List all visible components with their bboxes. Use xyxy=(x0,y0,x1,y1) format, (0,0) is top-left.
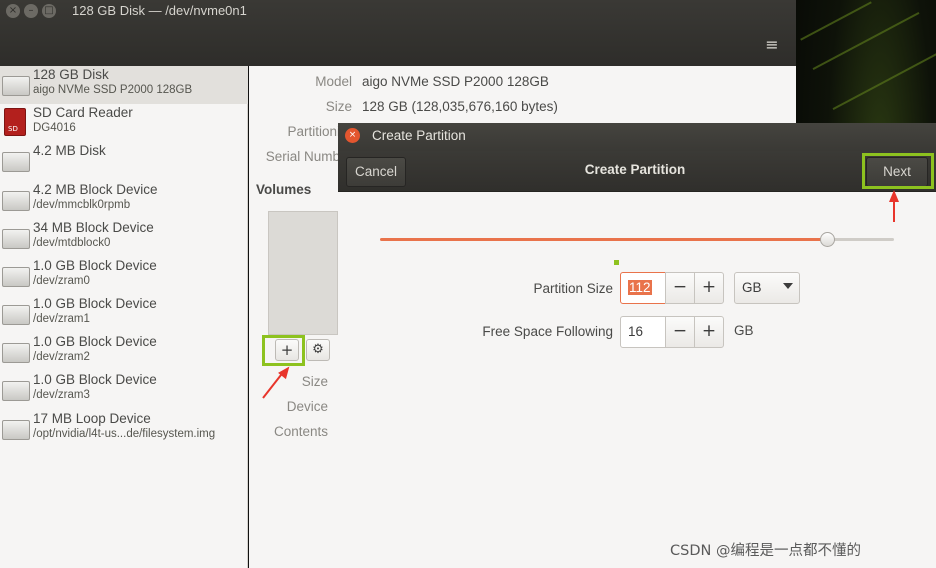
hard-disk-icon xyxy=(2,152,30,172)
free-space-label: Free Space Following xyxy=(482,324,613,339)
device-name: 4.2 MB Block Device xyxy=(33,182,158,197)
slider-marker xyxy=(614,260,619,265)
device-name: 1.0 GB Block Device xyxy=(33,372,157,387)
sidebar-item-mtdblock0[interactable]: 34 MB Block Device /dev/mtdblock0 xyxy=(0,219,248,257)
block-device-icon xyxy=(2,305,30,325)
size-slider-fill xyxy=(380,238,828,241)
sidebar-item-zram1[interactable]: 1.0 GB Block Device /dev/zram1 xyxy=(0,295,248,333)
hamburger-menu-icon[interactable]: ≡ xyxy=(755,33,789,59)
device-subtitle: aigo NVMe SSD P2000 128GB xyxy=(33,84,193,96)
block-device-icon xyxy=(2,381,30,401)
window-close-icon[interactable]: × xyxy=(6,4,20,18)
gear-icon[interactable]: ⚙ xyxy=(306,339,330,361)
device-name: 34 MB Block Device xyxy=(33,220,154,235)
partition-size-increment-button[interactable]: + xyxy=(694,272,724,304)
sidebar-item-zram2[interactable]: 1.0 GB Block Device /dev/zram2 xyxy=(0,333,248,371)
device-name: 17 MB Loop Device xyxy=(33,411,151,426)
device-subtitle: /dev/mtdblock0 xyxy=(33,237,111,249)
sidebar-item-zram3[interactable]: 1.0 GB Block Device /dev/zram3 xyxy=(0,371,248,409)
device-sidebar: 128 GB Disk aigo NVMe SSD P2000 128GB SD… xyxy=(0,66,248,568)
device-name: 128 GB Disk xyxy=(33,67,109,82)
sidebar-item-zram0[interactable]: 1.0 GB Block Device /dev/zram0 xyxy=(0,257,248,295)
screenshot: × – □ 128 GB Disk — /dev/nvme0n1 ≡ 128 G… xyxy=(0,0,936,568)
partitioning-label: Partitioni xyxy=(287,124,340,139)
partition-size-label: Partition Size xyxy=(533,281,613,296)
dialog-heading: Create Partition xyxy=(584,162,686,177)
model-label: Model xyxy=(315,74,352,89)
block-device-icon xyxy=(2,343,30,363)
device-subtitle: DG4016 xyxy=(33,122,76,134)
volume-device-label: Device xyxy=(286,399,328,414)
sidebar-item-sd-card-reader[interactable]: SD SD Card Reader DG4016 xyxy=(0,104,248,142)
volumes-heading: Volumes xyxy=(256,182,312,197)
wallpaper-streak xyxy=(832,51,936,111)
device-subtitle: /dev/mmcblk0rpmb xyxy=(33,199,131,211)
free-space-increment-button[interactable]: + xyxy=(694,316,724,348)
dialog-close-icon[interactable]: × xyxy=(345,128,360,143)
device-subtitle: /dev/zram1 xyxy=(33,313,90,325)
device-subtitle: /dev/zram3 xyxy=(33,389,90,401)
free-space-decrement-button[interactable]: − xyxy=(665,316,695,348)
sd-card-icon-label: SD xyxy=(8,125,18,133)
partition-size-input[interactable]: 112 xyxy=(620,272,666,304)
sidebar-item-128gb-disk[interactable]: 128 GB Disk aigo NVMe SSD P2000 128GB xyxy=(0,66,248,104)
next-button-highlight-box xyxy=(862,153,934,189)
model-value: aigo NVMe SSD P2000 128GB xyxy=(362,74,549,89)
serial-number-label: Serial Numb xyxy=(265,149,340,164)
device-subtitle: /dev/zram2 xyxy=(33,351,90,363)
block-device-icon xyxy=(2,267,30,287)
device-name: SD Card Reader xyxy=(33,105,133,120)
device-subtitle: /dev/zram0 xyxy=(33,275,90,287)
cancel-button[interactable]: Cancel xyxy=(346,157,406,187)
volume-contents-label: Contents xyxy=(273,424,328,439)
loop-device-icon xyxy=(2,420,30,440)
device-subtitle: /opt/nvidia/l4t-us...de/filesystem.img xyxy=(33,428,216,440)
sidebar-item-loop-device[interactable]: 17 MB Loop Device /opt/nvidia/l4t-us...d… xyxy=(0,410,248,448)
device-name: 1.0 GB Block Device xyxy=(33,258,157,273)
free-space-input[interactable]: 16 xyxy=(620,316,666,348)
size-label: Size xyxy=(325,99,352,114)
size-value: 128 GB (128,035,676,160 bytes) xyxy=(362,99,558,114)
chevron-down-icon xyxy=(783,283,793,289)
device-name: 1.0 GB Block Device xyxy=(33,334,157,349)
sidebar-item-4mb-disk[interactable]: 4.2 MB Disk xyxy=(0,142,248,180)
dialog-title: Create Partition xyxy=(372,128,466,143)
watermark: CSDN @编程是一点都不懂的 xyxy=(670,543,861,559)
hard-disk-icon xyxy=(2,76,30,96)
partition-size-decrement-button[interactable]: − xyxy=(665,272,695,304)
block-device-icon xyxy=(2,229,30,249)
window-minimize-icon[interactable]: – xyxy=(24,4,38,18)
arrow-head xyxy=(889,190,899,202)
add-button-highlight-box xyxy=(262,335,305,366)
wallpaper-streak xyxy=(812,11,920,71)
size-slider-track[interactable] xyxy=(828,238,894,241)
dialog-body xyxy=(338,192,936,568)
window-maximize-icon[interactable]: □ xyxy=(42,4,56,18)
device-name: 1.0 GB Block Device xyxy=(33,296,157,311)
window-title: 128 GB Disk — /dev/nvme0n1 xyxy=(72,3,247,18)
device-name: 4.2 MB Disk xyxy=(33,143,106,158)
size-slider-handle[interactable] xyxy=(820,232,835,247)
free-space-unit-label: GB xyxy=(734,323,754,338)
wallpaper-streak xyxy=(800,1,872,41)
block-device-icon xyxy=(2,191,30,211)
volume-map[interactable] xyxy=(268,211,338,335)
sidebar-item-mmcblk0rpmb[interactable]: 4.2 MB Block Device /dev/mmcblk0rpmb xyxy=(0,181,248,219)
sd-card-icon: SD xyxy=(4,108,26,136)
partition-size-value: 112 xyxy=(628,280,652,295)
